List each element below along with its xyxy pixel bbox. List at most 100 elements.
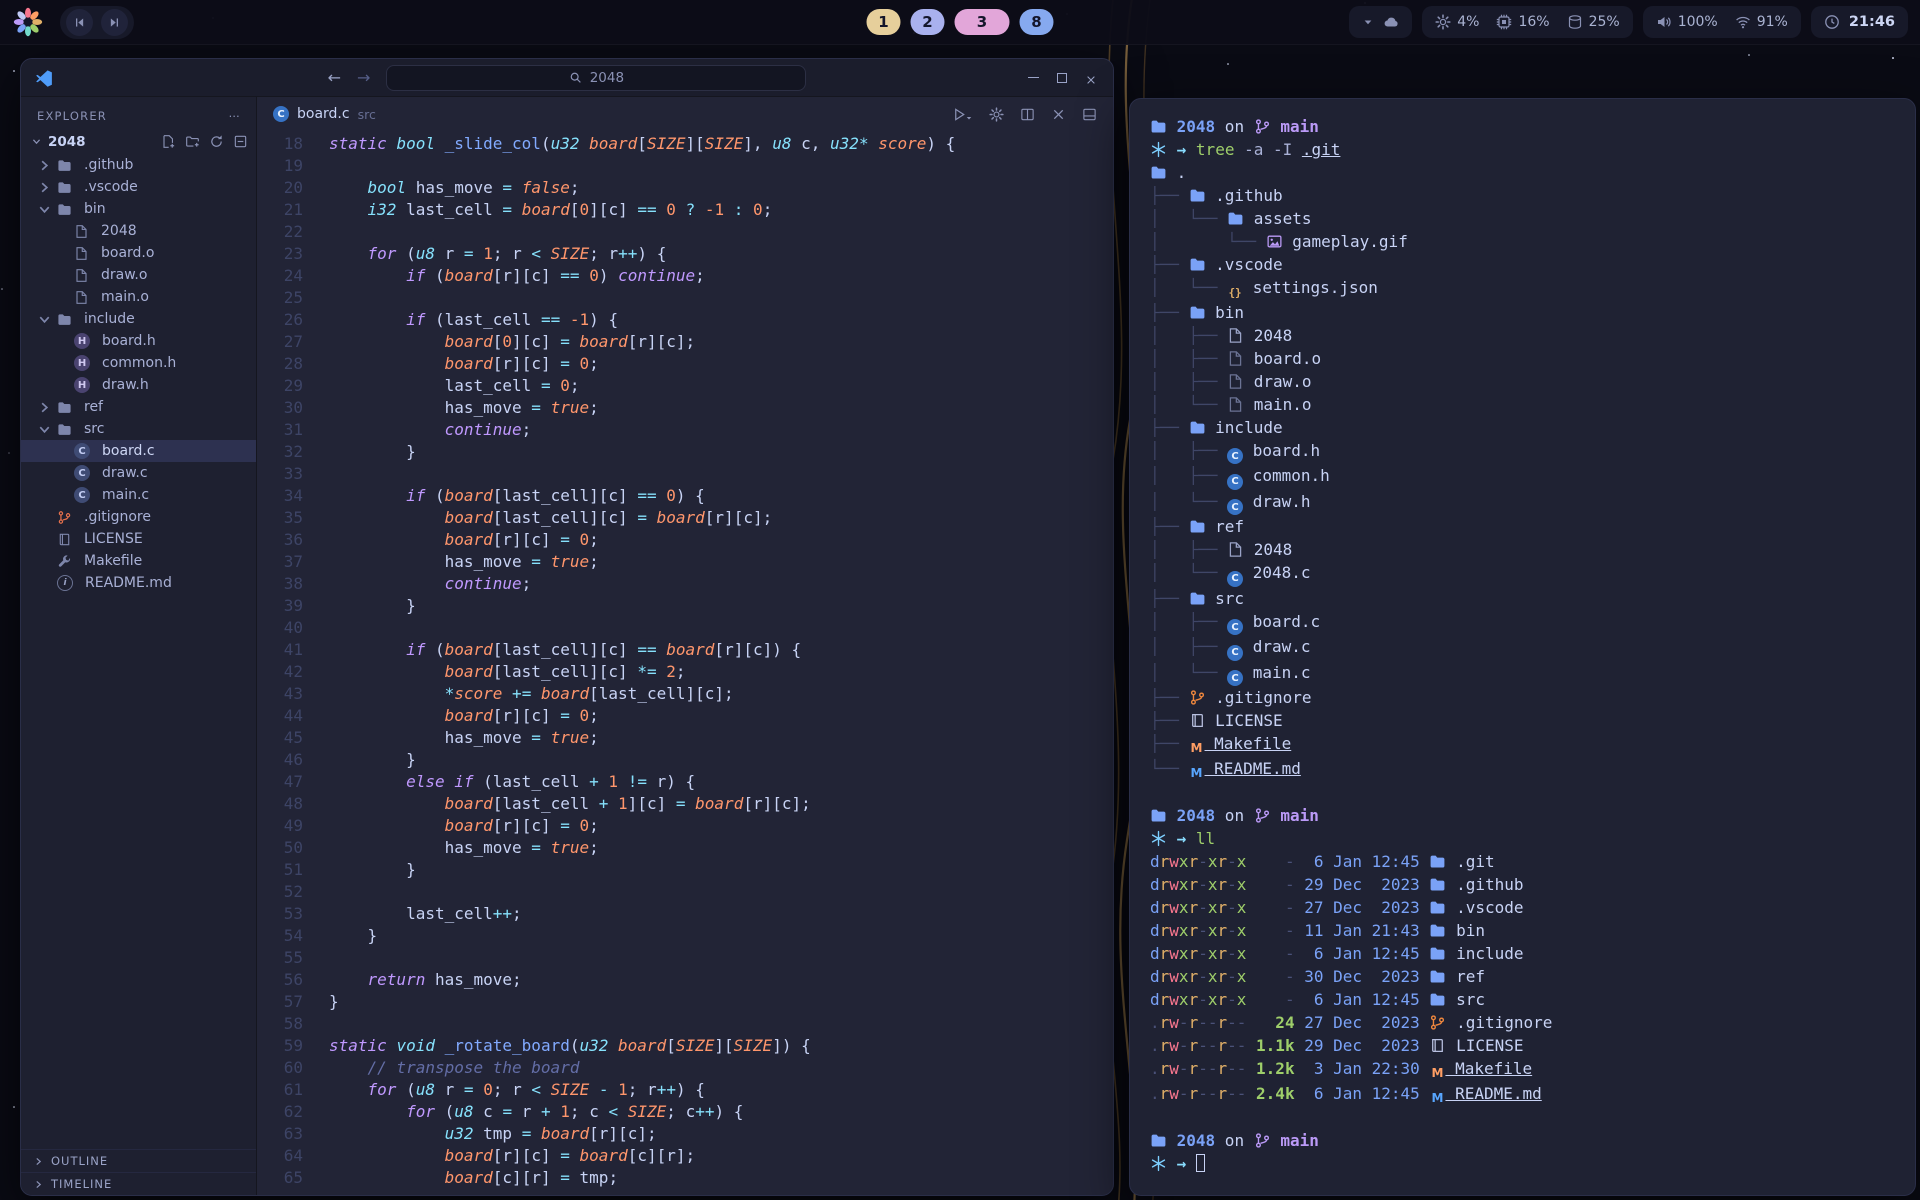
code-line[interactable]: 42 board[last_cell][c] *= 2; — [257, 661, 1113, 683]
explorer-item-ref[interactable]: ref — [21, 396, 256, 418]
code-line[interactable]: 40 — [257, 617, 1113, 639]
code-line[interactable]: 37 has_move = true; — [257, 551, 1113, 573]
explorer-item-2048[interactable]: 2048 — [21, 220, 256, 242]
sidebar-section-outline[interactable]: OUTLINE — [21, 1149, 256, 1172]
history-back-button[interactable]: ← — [328, 68, 341, 87]
explorer-item-LICENSE[interactable]: LICENSE — [21, 528, 256, 550]
code-line[interactable]: 53 last_cell++; — [257, 903, 1113, 925]
collapse-folders-button[interactable] — [233, 134, 248, 149]
explorer-item-.gitignore[interactable]: .gitignore — [21, 506, 256, 528]
workspace-8[interactable]: 8 — [1020, 9, 1054, 35]
media-prev-button[interactable] — [66, 9, 93, 36]
explorer-item-common.h[interactable]: Hcommon.h — [21, 352, 256, 374]
explorer-item-Makefile[interactable]: Makefile — [21, 550, 256, 572]
code-line[interactable]: 29 last_cell = 0; — [257, 375, 1113, 397]
sidebar-section-timeline[interactable]: TIMELINE — [21, 1172, 256, 1195]
media-next-button[interactable] — [101, 9, 128, 36]
code-line[interactable]: 41 if (board[last_cell][c] == board[r][c… — [257, 639, 1113, 661]
explorer-item-bin[interactable]: bin — [21, 198, 256, 220]
explorer-item-include[interactable]: include — [21, 308, 256, 330]
code-line[interactable]: 25 — [257, 287, 1113, 309]
code-line[interactable]: 35 board[last_cell][c] = board[r][c]; — [257, 507, 1113, 529]
new-file-button[interactable] — [161, 134, 176, 149]
code-line[interactable]: 21 i32 last_cell = board[0][c] == 0 ? -1… — [257, 199, 1113, 221]
minimize-button[interactable] — [1028, 77, 1039, 79]
code-line[interactable]: 57} — [257, 991, 1113, 1013]
code-line[interactable]: 59static void _rotate_board(u32 board[SI… — [257, 1035, 1113, 1057]
explorer-item-draw.h[interactable]: Hdraw.h — [21, 374, 256, 396]
code-line[interactable]: 27 board[0][c] = board[r][c]; — [257, 331, 1113, 353]
code-line[interactable]: 56 return has_move; — [257, 969, 1113, 991]
code-line[interactable]: 61 for (u8 r = 0; r < SIZE - 1; r++) { — [257, 1079, 1113, 1101]
explorer-item-README.md[interactable]: iREADME.md — [21, 572, 256, 594]
code-line[interactable]: 45 has_move = true; — [257, 727, 1113, 749]
explorer-more-button[interactable]: ⋯ — [229, 109, 241, 123]
code-line[interactable]: 52 — [257, 881, 1113, 903]
code-editor[interactable]: 18static bool _slide_col(u32 board[SIZE]… — [257, 131, 1113, 1195]
code-line[interactable]: 39 } — [257, 595, 1113, 617]
code-line[interactable]: 34 if (board[last_cell][c] == 0) { — [257, 485, 1113, 507]
code-line[interactable]: 47 else if (last_cell + 1 != r) { — [257, 771, 1113, 793]
code-line[interactable]: 20 bool has_move = false; — [257, 177, 1113, 199]
code-line[interactable]: 63 u32 tmp = board[r][c]; — [257, 1123, 1113, 1145]
code-line[interactable]: 46 } — [257, 749, 1113, 771]
vscode-window[interactable]: ← → 2048 EXPLORER ⋯ — [20, 58, 1114, 1196]
code-line[interactable]: 48 board[last_cell + 1][c] = board[r][c]… — [257, 793, 1113, 815]
code-line[interactable]: 32 } — [257, 441, 1113, 463]
code-line[interactable]: 36 board[r][c] = 0; — [257, 529, 1113, 551]
maximize-button[interactable] — [1057, 73, 1067, 83]
audio-network-widget[interactable]: 100% 91% — [1643, 6, 1801, 38]
code-line[interactable]: 23 for (u8 r = 1; r < SIZE; r++) { — [257, 243, 1113, 265]
explorer-item-main.c[interactable]: Cmain.c — [21, 484, 256, 506]
settings-gear-icon[interactable] — [989, 107, 1004, 122]
close-window-button[interactable] — [1085, 68, 1097, 87]
close-editor-button[interactable] — [1051, 107, 1066, 122]
command-center-search[interactable]: 2048 — [386, 65, 806, 91]
explorer-item-.github[interactable]: .github — [21, 154, 256, 176]
new-folder-button[interactable] — [185, 134, 200, 149]
explorer-item-draw.o[interactable]: draw.o — [21, 264, 256, 286]
code-line[interactable]: 55 — [257, 947, 1113, 969]
workspace-1[interactable]: 1 — [867, 9, 901, 35]
refresh-explorer-button[interactable] — [209, 134, 224, 149]
code-line[interactable]: 64 board[r][c] = board[c][r]; — [257, 1145, 1113, 1167]
code-line[interactable]: 43 *score += board[last_cell][c]; — [257, 683, 1113, 705]
explorer-item-board.o[interactable]: board.o — [21, 242, 256, 264]
distro-logo-icon[interactable] — [12, 6, 44, 38]
run-file-button[interactable] — [952, 107, 973, 122]
code-line[interactable]: 65 board[c][r] = tmp; — [257, 1167, 1113, 1189]
system-stats-widget[interactable]: 4% 16% 25% — [1422, 6, 1632, 38]
tab-board-c[interactable]: C board.c src — [273, 106, 376, 122]
split-editor-button[interactable] — [1020, 107, 1035, 122]
code-line[interactable]: 58 — [257, 1013, 1113, 1035]
toggle-panel-button[interactable] — [1082, 107, 1097, 122]
explorer-item-draw.c[interactable]: Cdraw.c — [21, 462, 256, 484]
code-line[interactable]: 19 — [257, 155, 1113, 177]
explorer-item-.vscode[interactable]: .vscode — [21, 176, 256, 198]
explorer-item-board.h[interactable]: Hboard.h — [21, 330, 256, 352]
code-line[interactable]: 44 board[r][c] = 0; — [257, 705, 1113, 727]
explorer-item-main.o[interactable]: main.o — [21, 286, 256, 308]
workspace-3[interactable]: 3 — [955, 9, 1010, 35]
code-line[interactable]: 28 board[r][c] = 0; — [257, 353, 1113, 375]
code-line[interactable]: 49 board[r][c] = 0; — [257, 815, 1113, 837]
code-line[interactable]: 24 if (board[r][c] == 0) continue; — [257, 265, 1113, 287]
code-line[interactable]: 33 — [257, 463, 1113, 485]
clock-widget[interactable]: 21:46 — [1811, 6, 1908, 38]
explorer-item-src[interactable]: src — [21, 418, 256, 440]
explorer-root-folder[interactable]: 2048 — [21, 129, 256, 154]
code-line[interactable]: 31 continue; — [257, 419, 1113, 441]
code-line[interactable]: 54 } — [257, 925, 1113, 947]
code-line[interactable]: 18static bool _slide_col(u32 board[SIZE]… — [257, 133, 1113, 155]
code-line[interactable]: 38 continue; — [257, 573, 1113, 595]
code-line[interactable]: 26 if (last_cell == -1) { — [257, 309, 1113, 331]
code-line[interactable]: 30 has_move = true; — [257, 397, 1113, 419]
weather-widget[interactable] — [1349, 6, 1412, 38]
explorer-item-board.c[interactable]: Cboard.c — [21, 440, 256, 462]
vscode-titlebar[interactable]: ← → 2048 — [21, 59, 1113, 97]
code-line[interactable]: 50 has_move = true; — [257, 837, 1113, 859]
code-line[interactable]: 51 } — [257, 859, 1113, 881]
code-line[interactable]: 62 for (u8 c = r + 1; c < SIZE; c++) { — [257, 1101, 1113, 1123]
terminal-window[interactable]: 2048 on main → tree -a -I .git .├── .git… — [1129, 98, 1916, 1196]
code-line[interactable]: 60 // transpose the board — [257, 1057, 1113, 1079]
